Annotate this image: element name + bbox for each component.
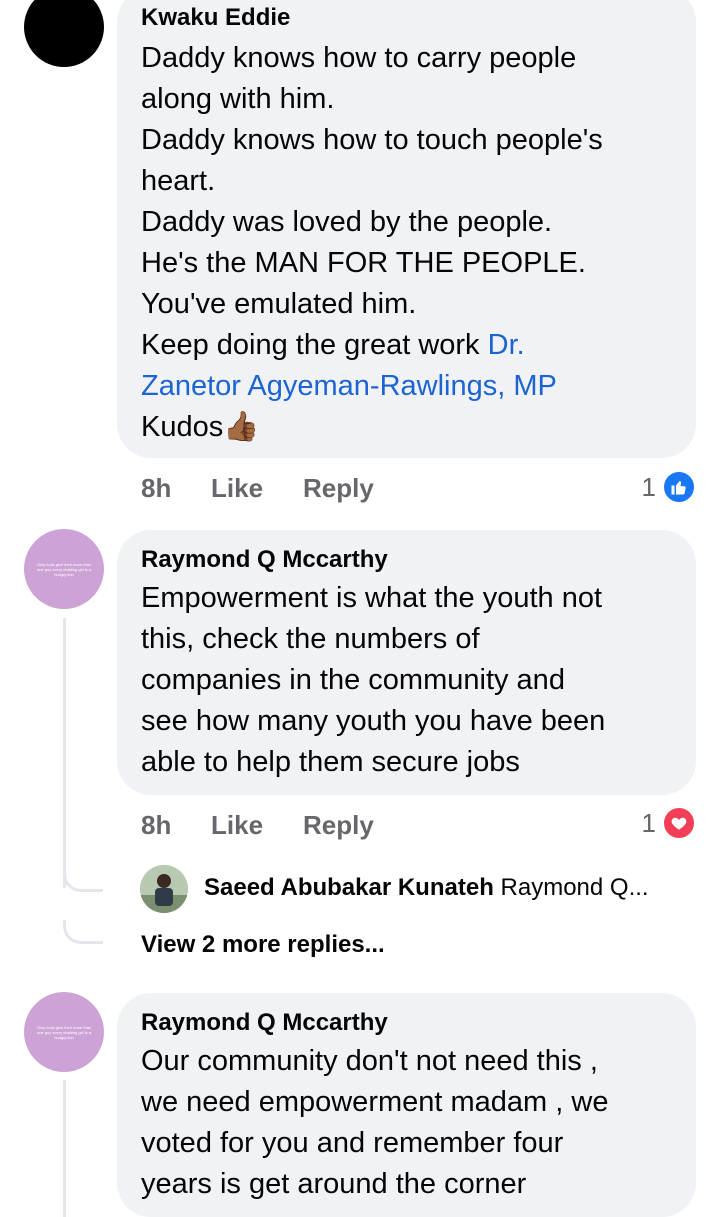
like-button[interactable]: Like [211,810,263,841]
reply-snippet: Raymond Q... [500,874,649,901]
thread-line [63,1080,66,1217]
comment-line: Kudos [141,411,224,443]
comment-bubble: Raymond Q Mccarthy Our community don't n… [117,993,696,1217]
comment-line: He's the MAN FOR THE PEOPLE. [141,247,586,279]
commenter-avatar[interactable]: Only fools give their more than one guy … [24,992,104,1072]
reaction-count: 1 [641,471,656,502]
comment-line: able to help them secure jobs [141,746,520,778]
thumbs-up-emoji: 👍🏾 [223,411,260,443]
comment-line-with-mention: Keep doing the great work Dr. [141,325,686,366]
reply-connector [63,868,103,892]
comment-timestamp[interactable]: 8h [141,810,171,841]
reply-avatar[interactable] [140,865,188,913]
mention-link[interactable]: Dr. [488,329,525,361]
reply-button[interactable]: Reply [303,810,374,841]
comment-line: we need empowerment madam , we [141,1086,609,1118]
comment-line: heart. [141,165,216,197]
comment-author[interactable]: Kwaku Eddie [141,4,290,32]
comment-line: Empowerment is what the youth not [141,582,603,614]
like-button[interactable]: Like [211,473,263,504]
comment-line: Daddy knows how to touch people's [141,124,603,156]
comment-line: Daddy was loved by the people. [141,206,553,238]
comment-author[interactable]: Raymond Q Mccarthy [141,1009,388,1037]
reply-button[interactable]: Reply [303,473,374,504]
comment-author[interactable]: Raymond Q Mccarthy [141,546,388,574]
comment-line: Our community don't not need this , [141,1045,598,1077]
avatar-text: Only fools give their more than one guy … [36,561,92,577]
reply-connector [63,920,103,944]
reaction-summary[interactable]: 1 [642,806,696,840]
comment-line: Daddy knows how to carry people [141,42,577,74]
comment-line: years is get around the corner [141,1168,527,1200]
comment-bubble: Kwaku Eddie Daddy knows how to carry peo… [117,0,696,458]
reply-author[interactable]: Saeed Abubakar Kunateh [204,874,494,901]
commenter-avatar[interactable] [24,0,104,67]
mention-link[interactable]: Zanetor Agyeman-Rawlings, MP [141,366,686,407]
comment-line: companies in the community and [141,664,565,696]
comment-line-kudos: Kudos👍🏾 [141,407,686,448]
comment-text: Daddy knows how to carry people along wi… [141,38,686,448]
heart-icon [662,806,696,840]
comment-line: Keep doing the great work [141,329,488,361]
avatar-text: Only fools give their more than one guy … [36,1024,92,1040]
comment-text: Empowerment is what the youth not this, … [141,578,686,783]
reaction-count: 1 [641,807,656,838]
reply-preview[interactable]: Saeed Abubakar Kunateh Raymond Q... [204,874,649,902]
thread-line [63,618,66,888]
comment-bubble: Raymond Q Mccarthy Empowerment is what t… [117,530,696,795]
comment-line: see how many youth you have been [141,705,606,737]
like-icon [662,470,696,504]
comment-line: You've emulated him. [141,288,417,320]
comment-line: voted for you and remember four [141,1127,564,1159]
commenter-avatar[interactable]: Only fools give their more than one guy … [24,529,104,609]
comment-text: Our community don't not need this , we n… [141,1041,686,1205]
view-more-replies[interactable]: View 2 more replies... [141,931,385,959]
reaction-summary[interactable]: 1 [642,470,696,504]
comment-line: this, check the numbers of [141,623,480,655]
comment-timestamp[interactable]: 8h [141,473,171,504]
comment-line: along with him. [141,83,335,115]
